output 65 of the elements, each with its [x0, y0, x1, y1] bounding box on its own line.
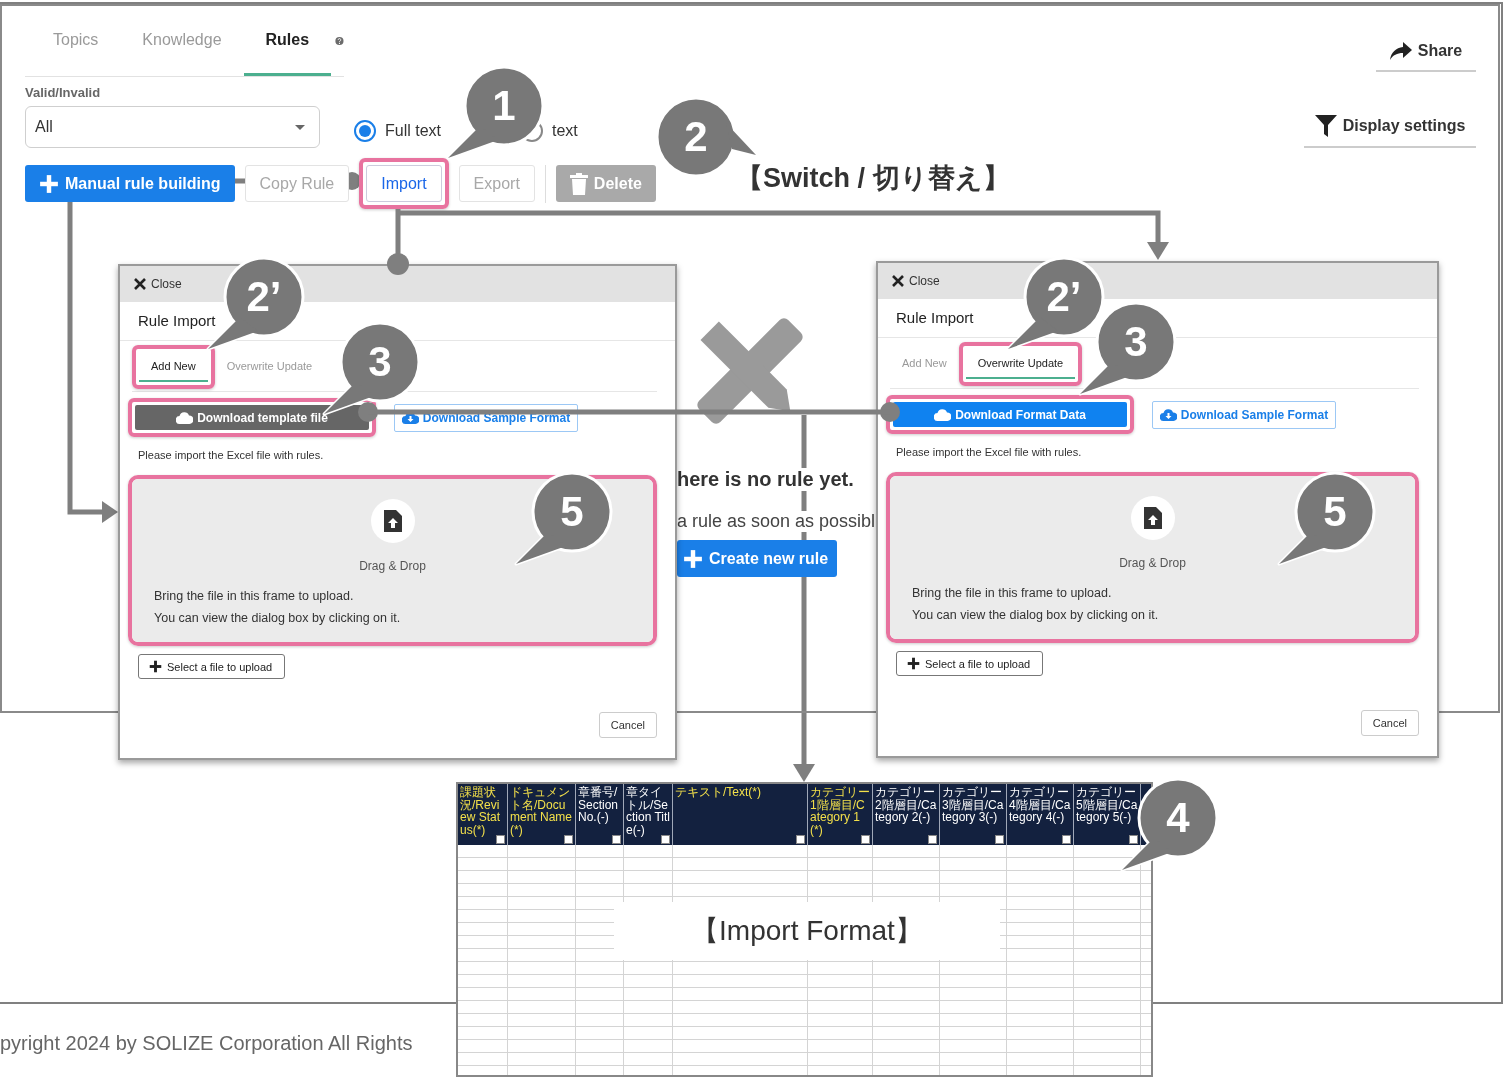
plus-icon — [39, 173, 59, 194]
trash-icon — [569, 172, 588, 195]
plus-icon — [149, 660, 162, 673]
manual-build-button[interactable]: Manual rule building — [25, 165, 235, 202]
column-header: カテゴリー4階層目/Category 4(-) — [1007, 784, 1074, 846]
toolbar-button[interactable]: Import — [366, 165, 442, 202]
close-button[interactable]: Close — [892, 274, 940, 288]
filter-dropdown-icon — [612, 835, 621, 845]
cloud-download-icon — [1159, 408, 1177, 421]
import-format-caption: 【Import Format】 — [614, 902, 1000, 960]
search-mode-radio[interactable]: Full text — [354, 120, 441, 142]
file-upload-icon — [370, 499, 415, 543]
filter-dropdown-icon — [861, 835, 870, 845]
filter-dropdown-icon — [496, 835, 505, 845]
filter-dropdown-icon — [995, 835, 1004, 845]
filter-dropdown-icon — [564, 835, 573, 845]
copyright-text: pyright 2024 by SOLIZE Corporation All Rights — [0, 1032, 413, 1055]
plus-icon — [907, 657, 920, 670]
close-icon — [134, 278, 146, 290]
column-header: テキスト/Text(*) — [673, 784, 808, 846]
drop-zone-title: Drag & Drop — [359, 559, 426, 573]
upload-button[interactable]: Select a file to upload — [138, 654, 286, 679]
download-button[interactable]: Download template file — [135, 405, 369, 430]
share-icon — [1389, 42, 1412, 60]
upload-button[interactable]: Select a file to upload — [896, 651, 1044, 676]
share-button[interactable]: Share — [1376, 32, 1476, 72]
column-header: カテゴリー1階層目/Category 1(*) — [808, 784, 873, 846]
drop-zone-text: Bring the file in this frame to upload. — [912, 586, 1113, 600]
column-header: 章タイトル/Section Title(-) — [624, 784, 673, 846]
switch-annotation: 【Switch / 切り替え】 — [736, 162, 1010, 195]
drop-zone-title: Drag & Drop — [1119, 556, 1186, 570]
instruction-text: Please import the Excel file with rules. — [138, 449, 325, 461]
close-icon — [892, 275, 904, 287]
instruction-text: Please import the Excel file with rules. — [896, 446, 1083, 458]
cloud-download-icon — [934, 408, 952, 421]
column-header: カテゴリー3階層目/Category 3(-) — [940, 784, 1007, 846]
empty-state-message: a rule as soon as possibl — [677, 511, 876, 532]
drop-zone-text: Bring the file in this frame to upload. — [154, 589, 355, 603]
filter-dropdown-icon — [796, 835, 805, 845]
caret-icon — [295, 124, 305, 130]
filter-dropdown-icon — [1062, 835, 1071, 845]
file-upload-icon — [1130, 496, 1175, 540]
column-header: 章番号/Section No.(-) — [576, 784, 624, 846]
filter-label: Valid/Invalid — [25, 85, 102, 100]
sample-download-button[interactable]: Download Sample Format — [1152, 400, 1336, 429]
column-header: ドキュメント名/Document Name(*) — [508, 784, 576, 846]
column-header: 課題状況/Review Status(*) — [458, 784, 508, 846]
empty-state-title: here is no rule yet. — [677, 468, 854, 491]
cancel-button[interactable]: Cancel — [1360, 710, 1419, 736]
drop-zone-text: You can view the dialog box by clicking on it. — [154, 611, 402, 625]
filter-dropdown-icon — [661, 835, 670, 845]
plus-icon — [683, 548, 703, 569]
validity-dropdown[interactable]: All — [25, 106, 320, 148]
cloud-download-icon — [176, 411, 194, 424]
display-settings-button[interactable]: Display settings — [1304, 106, 1476, 148]
filter-dropdown-icon — [928, 835, 937, 845]
drop-zone-text: You can view the dialog box by clicking on it. — [912, 608, 1160, 622]
column-header: カテゴリー2階層目/Category 2(-) — [873, 784, 940, 846]
create-rule-button[interactable]: Create new rule — [677, 540, 837, 577]
filter-icon — [1314, 115, 1337, 137]
cancel-button[interactable]: Cancel — [598, 712, 657, 738]
filter-dropdown-icon — [1129, 835, 1138, 845]
download-button[interactable]: Download Format Data — [893, 402, 1127, 427]
close-button[interactable]: Close — [134, 277, 182, 291]
nav-tab[interactable]: Rules — [243, 6, 332, 76]
